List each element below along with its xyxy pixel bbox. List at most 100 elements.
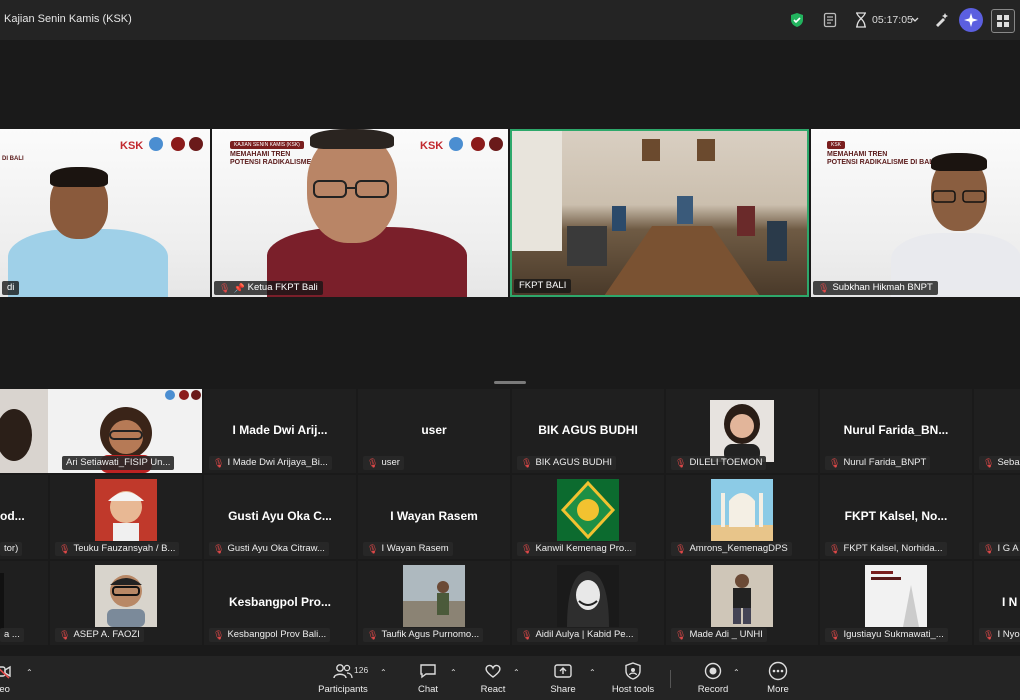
gallery-tile[interactable]: 🎙 Aidil Aulya | Kabid Pe...	[512, 561, 664, 645]
share-screen-icon	[554, 664, 572, 678]
chevron-up-icon[interactable]: ⌃	[733, 668, 740, 677]
toolbar-divider	[670, 670, 671, 688]
mic-off-icon: 🎙	[219, 283, 231, 293]
gallery-tile[interactable]: a ...	[0, 561, 48, 645]
mic-off-icon: 🎙	[213, 458, 225, 468]
chevron-up-icon[interactable]: ⌃	[513, 668, 520, 677]
mic-off-icon: 🎙	[983, 458, 995, 468]
participant-name-tag: 🎙 I Wayan Rasem	[363, 542, 453, 556]
gallery-tile[interactable]: 🎙 Igustiayu Sukmawati_...	[820, 561, 972, 645]
participant-name-tag: di	[2, 281, 20, 295]
hourglass-icon[interactable]	[851, 10, 871, 30]
gallery-tile[interactable]: 🎙 DILELI TOEMON	[666, 389, 818, 473]
gallery-tile[interactable]: 🎙 Teuku Fauzansyah / B...	[50, 475, 202, 559]
sponsor-logos-icon: KSK	[420, 137, 503, 152]
host-tools-button[interactable]: Host tools	[603, 660, 663, 698]
gallery-resize-handle[interactable]	[494, 381, 526, 384]
video-tile[interactable]: KSK MEMAHAMI TREN POTENSI RADIKALISME DI…	[811, 129, 1020, 297]
notes-icon[interactable]	[820, 10, 840, 30]
participants-icon	[333, 664, 353, 679]
mic-off-icon: 🎙	[829, 458, 841, 468]
chevron-up-icon[interactable]: ⌃	[589, 668, 596, 677]
heart-icon	[485, 664, 501, 678]
participant-name-tag: 🎙 Taufik Agus Purnomo...	[363, 628, 484, 642]
mic-off-icon: 🎙	[829, 630, 841, 640]
view-layout-button[interactable]	[991, 9, 1015, 33]
gallery-tile[interactable]: BIK AGUS BUDHI 🎙 BIK AGUS BUDHI	[512, 389, 664, 473]
participant-name-tag: Ari Setiawati_FISIP Un...	[62, 456, 175, 470]
gallery-tile[interactable]: 🎙 Taufik Agus Purnomo...	[358, 561, 510, 645]
chevron-up-icon[interactable]: ⌃	[380, 668, 387, 677]
participant-name-tag: 🎙 Teuku Fauzansyah / B...	[55, 542, 180, 556]
record-button[interactable]: Record	[683, 660, 743, 698]
mic-off-icon: 🎙	[367, 544, 379, 554]
mic-off-icon: 🎙	[213, 544, 225, 554]
video-tile-active-speaker[interactable]: FKPT BALI	[510, 129, 809, 297]
chat-icon	[420, 664, 436, 679]
chevron-up-icon[interactable]: ⌃	[26, 668, 33, 677]
participant-name-tag: 🎙 BIK AGUS BUDHI	[517, 456, 616, 470]
glasses-icon	[932, 190, 986, 203]
chat-button[interactable]: Chat	[398, 660, 458, 698]
gallery-tile[interactable]: I Made Dwi Arij... 🎙 I Made Dwi Arijaya_B…	[204, 389, 356, 473]
participant-name-tag: 🎙 Nurul Farida_BNPT	[825, 456, 931, 470]
record-icon	[704, 662, 722, 680]
participant-name-tag: 🎙 I Made Dwi Arijaya_Bi...	[209, 456, 332, 470]
gallery-tile[interactable]: 🎙 Amrons_KemenagDPS	[666, 475, 818, 559]
meeting-toolbar: deo ⌃ Participants 126 ⌃ Chat ⌃ React ⌃ …	[0, 656, 1020, 700]
more-button[interactable]: More	[748, 660, 808, 698]
gallery-tile[interactable]: od... tor)	[0, 475, 48, 559]
participant-name-tag: tor)	[0, 542, 23, 556]
video-off-icon	[0, 665, 11, 679]
avatar	[711, 565, 773, 627]
video-tile[interactable]: KSK DI BALI di	[0, 129, 210, 297]
ai-companion-icon[interactable]	[959, 8, 983, 32]
react-button[interactable]: React	[463, 660, 523, 698]
participant-name-tag: 🎙 Subkhan Hikmah BNPT	[813, 281, 938, 295]
chevron-up-icon[interactable]: ⌃	[450, 668, 457, 677]
video-tile[interactable]: KAJIAN SENIN KAMIS (KSK) MEMAHAMI TREN P…	[212, 129, 508, 297]
video-button[interactable]: deo	[0, 660, 26, 698]
gallery-tile[interactable]: 🎙I G A N	[974, 475, 1020, 559]
participant-name-tag: FKPT BALI	[514, 279, 572, 293]
mic-off-icon: 🎙	[829, 544, 841, 554]
gallery-tile[interactable]: I N 🎙I Nyom	[974, 561, 1020, 645]
gallery-tile[interactable]: user 🎙 user	[358, 389, 510, 473]
gallery-tile[interactable]: FKPT Kalsel, No... 🎙 FKPT Kalsel, Norhida…	[820, 475, 972, 559]
participant-name-tag: 🎙 Made Adi _ UNHI	[671, 628, 767, 642]
grid-icon	[997, 15, 1009, 27]
pen-sparkle-icon[interactable]	[931, 10, 951, 30]
meeting-top-bar: Kajian Senin Kamis (KSK) 05:17:05	[0, 0, 1020, 40]
gallery-tile[interactable]: Gusti Ayu Oka C... 🎙 Gusti Ayu Oka Citraw…	[204, 475, 356, 559]
participant-name-tag: 🎙Sebast	[979, 456, 1020, 470]
gallery-tile[interactable]: Nurul Farida_BN... 🎙 Nurul Farida_BNPT	[820, 389, 972, 473]
mic-off-icon: 🎙	[521, 630, 533, 640]
mic-off-icon: 🎙	[521, 458, 533, 468]
gallery-tile[interactable]: I Wayan Rasem 🎙 I Wayan Rasem	[358, 475, 510, 559]
participant-name-tag: 🎙I Nyom	[979, 628, 1020, 642]
gallery-tile[interactable]: Kesbangpol Pro... 🎙 Kesbangpol Prov Bali.…	[204, 561, 356, 645]
meeting-title: Kajian Senin Kamis (KSK)	[4, 13, 132, 25]
mic-off-icon: 🎙	[818, 283, 830, 293]
mic-off-icon: 🎙	[59, 630, 71, 640]
participant-name-tag: 🎙 Aidil Aulya | Kabid Pe...	[517, 628, 638, 642]
mic-off-icon: 🎙	[367, 630, 379, 640]
gallery-tile[interactable]: 🎙 ASEP A. FAOZI	[50, 561, 202, 645]
avatar	[403, 565, 465, 627]
share-button[interactable]: Share	[533, 660, 593, 698]
avatar	[711, 479, 773, 541]
gallery-tile[interactable]: 🎙 Made Adi _ UNHI	[666, 561, 818, 645]
mic-off-icon: 🎙	[521, 544, 533, 554]
meeting-room-image	[512, 131, 787, 295]
mic-off-icon: 🎙	[675, 458, 687, 468]
chevron-down-icon[interactable]	[905, 10, 925, 30]
gallery-tile[interactable]: 🎙 Kanwil Kemenag Pro...	[512, 475, 664, 559]
mic-off-icon: 🎙	[675, 544, 687, 554]
participant-name-tag: 🎙 📌 Ketua FKPT Bali	[214, 281, 323, 295]
shield-icon[interactable]	[787, 10, 807, 30]
participant-name-tag: 🎙 user	[363, 456, 404, 470]
gallery-tile[interactable]: Ari Setiawati_FISIP Un...	[0, 389, 202, 473]
gallery-tile[interactable]: 🎙Sebast	[974, 389, 1020, 473]
mic-off-icon: 🎙	[59, 544, 71, 554]
sponsor-logos-icon: KSK	[120, 137, 203, 152]
